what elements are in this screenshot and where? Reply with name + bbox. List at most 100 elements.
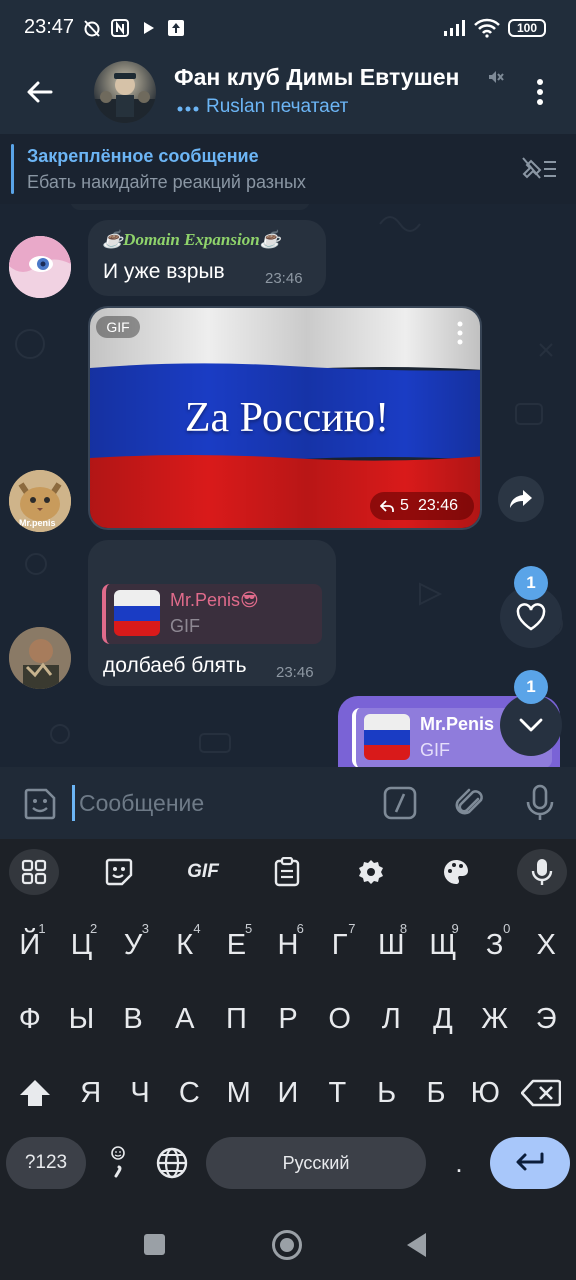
- upload-icon: [166, 18, 186, 38]
- command-slash-icon[interactable]: [382, 785, 418, 821]
- space-bar[interactable]: Русский: [206, 1137, 426, 1189]
- key-row1-0[interactable]: Й1: [4, 915, 56, 975]
- sticker-emoji-icon[interactable]: [22, 786, 58, 822]
- back-arrow-icon[interactable]: [24, 76, 56, 108]
- typing-status: Ruslan печатает: [206, 96, 349, 117]
- key-row3-2[interactable]: С: [165, 1063, 214, 1123]
- key-row3-6[interactable]: Ь: [362, 1063, 411, 1123]
- gif-menu-icon[interactable]: [454, 320, 466, 346]
- reply-author: Mr.Penis: [420, 714, 495, 734]
- status-time: 23:47: [24, 16, 75, 38]
- settings-gear-icon[interactable]: [346, 849, 396, 895]
- key-row2-2[interactable]: В: [107, 989, 159, 1049]
- message-sender[interactable]: ☕Domain Expansion☕: [102, 230, 281, 250]
- voice-input-icon[interactable]: [517, 849, 567, 895]
- key-row1-5[interactable]: Н6: [262, 915, 314, 975]
- key-row3-1[interactable]: Ч: [115, 1063, 164, 1123]
- home-button[interactable]: [272, 1230, 302, 1260]
- key-row1-3[interactable]: К4: [159, 915, 211, 975]
- share-button[interactable]: [498, 476, 544, 522]
- message-input[interactable]: [72, 785, 362, 821]
- key-row1-7[interactable]: Ш8: [365, 915, 417, 975]
- pinned-message-bar[interactable]: Закреплённое сообщение Ебать накидайте р…: [0, 134, 576, 204]
- wifi-icon: [474, 18, 500, 38]
- theme-palette-icon[interactable]: [431, 849, 481, 895]
- attach-paperclip-icon[interactable]: [452, 785, 488, 821]
- pinned-text: Ебать накидайте реакций разных: [27, 172, 306, 192]
- key-row3-4[interactable]: И: [263, 1063, 312, 1123]
- gif-button[interactable]: GIF: [178, 849, 228, 895]
- key-row3-8[interactable]: Ю: [461, 1063, 510, 1123]
- clipboard-icon[interactable]: [262, 849, 312, 895]
- sender-avatar[interactable]: [9, 236, 71, 298]
- key-row1-6[interactable]: Г7: [314, 915, 366, 975]
- recents-button[interactable]: [144, 1234, 165, 1255]
- message-list[interactable]: ☕Domain Expansion☕ И уже взрыв 23:46 GIF: [0, 204, 576, 767]
- signal-icon: [442, 18, 468, 38]
- message-text: долбаеб блять: [103, 654, 247, 677]
- reply-type: GIF: [420, 740, 450, 760]
- key-row2-0[interactable]: Ф: [4, 989, 56, 1049]
- message-time: 23:46: [265, 270, 303, 287]
- sender-avatar-photo[interactable]: [9, 627, 71, 689]
- key-row2-4[interactable]: П: [211, 989, 263, 1049]
- key-row1-10[interactable]: Х: [520, 915, 572, 975]
- backspace-key[interactable]: [514, 1063, 568, 1123]
- key-row1-2[interactable]: У3: [107, 915, 159, 975]
- period-key[interactable]: .: [436, 1137, 482, 1189]
- key-row2-6[interactable]: О: [314, 989, 366, 1049]
- key-row-3: Я Ч С М И Т Ь Б Ю: [66, 1063, 510, 1123]
- avatar-label: Mr.penis: [19, 518, 56, 528]
- reply-thumbnail: [114, 590, 160, 636]
- chat-title[interactable]: Фан клуб Димы Евтушен: [174, 64, 480, 91]
- key-row1-8[interactable]: Щ9: [417, 915, 469, 975]
- key-row2-5[interactable]: Р: [262, 989, 314, 1049]
- key-row2-10[interactable]: Э: [520, 989, 572, 1049]
- play-icon: [138, 18, 158, 38]
- symbols-key[interactable]: ?123: [6, 1137, 86, 1189]
- message-time: 23:46: [276, 664, 314, 681]
- chat-avatar[interactable]: [94, 61, 156, 123]
- key-row2-3[interactable]: А: [159, 989, 211, 1049]
- microphone-icon[interactable]: [524, 784, 556, 822]
- reply-type: GIF: [170, 616, 200, 636]
- key-row3-3[interactable]: М: [214, 1063, 263, 1123]
- muted-icon: [486, 68, 504, 86]
- reply-count: 5: [400, 497, 409, 514]
- reactions-count-badge: 1: [514, 566, 548, 600]
- gif-meta: 5 23:46: [370, 492, 474, 520]
- reply-arrow-icon: [380, 499, 394, 513]
- message-bubble-partial: [70, 204, 310, 210]
- pinned-title: Закреплённое сообщение: [27, 146, 259, 166]
- unpin-list-icon[interactable]: [520, 154, 558, 184]
- key-row1-1[interactable]: Ц2: [56, 915, 108, 975]
- message-bubble[interactable]: ☕Domain Expansion☕ И уже взрыв 23:46: [88, 220, 326, 296]
- back-nav-button[interactable]: [406, 1232, 428, 1258]
- gif-message[interactable]: GIF Za Россию! 5 23:46: [88, 306, 482, 530]
- status-bar: 23:47 100: [0, 0, 576, 56]
- reply-preview[interactable]: Mr.Penis😎 GIF: [102, 584, 322, 644]
- apps-grid-icon[interactable]: [9, 849, 59, 895]
- key-row-2: Ф Ы В А П Р О Л Д Ж Э: [4, 989, 572, 1049]
- sender-avatar-cat[interactable]: Mr.penis: [9, 470, 71, 532]
- message-bubble[interactable]: Mr.Penis😎 GIF долбаеб блять 23:46: [88, 540, 336, 686]
- message-time: 23:46: [418, 497, 459, 514]
- key-row3-7[interactable]: Б: [411, 1063, 460, 1123]
- key-row3-0[interactable]: Я: [66, 1063, 115, 1123]
- key-row1-9[interactable]: З0: [469, 915, 521, 975]
- enter-key[interactable]: [490, 1137, 570, 1189]
- more-vertical-icon[interactable]: [528, 76, 552, 108]
- globe-language-icon[interactable]: [154, 1145, 192, 1183]
- key-row2-7[interactable]: Л: [365, 989, 417, 1049]
- shift-key[interactable]: [8, 1063, 62, 1123]
- key-row3-5[interactable]: Т: [313, 1063, 362, 1123]
- sticker-icon[interactable]: [94, 849, 144, 895]
- emoji-comma-key[interactable]: [98, 1137, 138, 1189]
- scroll-count-badge: 1: [514, 670, 548, 704]
- key-row2-9[interactable]: Ж: [469, 989, 521, 1049]
- key-row2-1[interactable]: Ы: [56, 989, 108, 1049]
- key-row2-8[interactable]: Д: [417, 989, 469, 1049]
- keyboard: GIF Й1 Ц2 У3 К4 Е5 Н6 Г7 Ш8 Щ9 З0 Х Ф Ы …: [0, 839, 576, 1210]
- key-row-1: Й1 Ц2 У3 К4 Е5 Н6 Г7 Ш8 Щ9 З0 Х: [4, 915, 572, 975]
- key-row1-4[interactable]: Е5: [211, 915, 263, 975]
